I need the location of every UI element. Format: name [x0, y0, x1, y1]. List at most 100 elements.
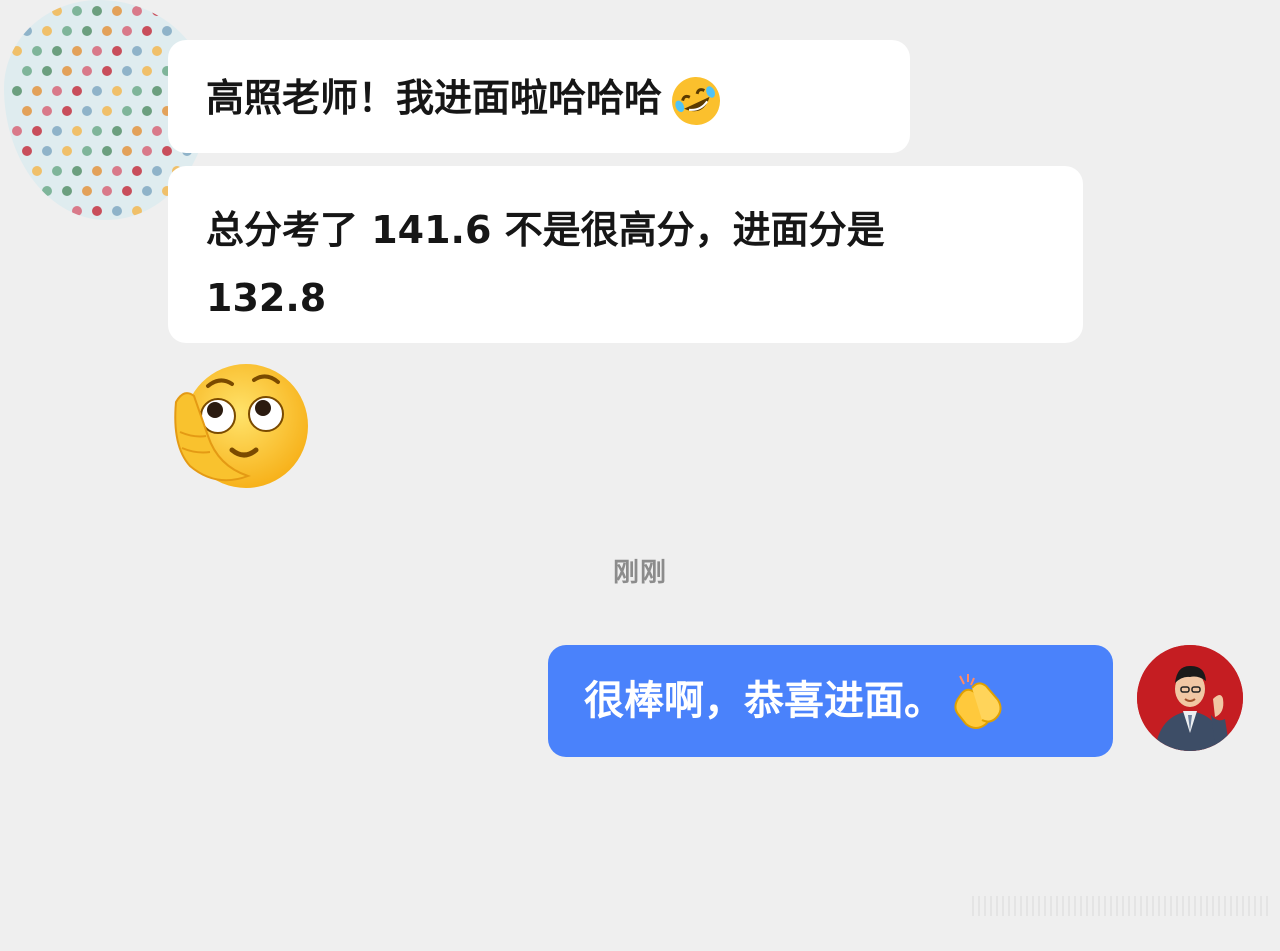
message-text-content: 高照老师！我进面啦哈哈哈: [206, 76, 663, 120]
pattern-dot: [22, 106, 32, 116]
pattern-dot: [62, 146, 72, 156]
pattern-dot: [22, 66, 32, 76]
pattern-dot: [132, 46, 142, 56]
pattern-dot: [102, 186, 112, 196]
pattern-dot: [152, 46, 162, 56]
pattern-dot: [142, 186, 152, 196]
pattern-dot: [102, 106, 112, 116]
incoming-message-bubble[interactable]: 高照老师！我进面啦哈哈哈: [168, 40, 910, 153]
pattern-dot: [82, 186, 92, 196]
pattern-dot: [12, 166, 22, 176]
pattern-dot: [42, 186, 52, 196]
pattern-dot: [12, 46, 22, 56]
pattern-dot: [72, 166, 82, 176]
pattern-dot: [12, 6, 22, 16]
pattern-dot: [152, 86, 162, 96]
pattern-dot: [92, 46, 102, 56]
pattern-dot: [22, 186, 32, 196]
pattern-dot: [62, 106, 72, 116]
pattern-dot: [92, 166, 102, 176]
pattern-dot: [12, 126, 22, 136]
pattern-dot: [122, 146, 132, 156]
pattern-dot: [132, 86, 142, 96]
pattern-dot: [72, 86, 82, 96]
pattern-dot: [32, 206, 42, 216]
pattern-dot: [162, 26, 172, 36]
pattern-dot: [142, 66, 152, 76]
pattern-dot: [112, 6, 122, 16]
pattern-dot: [62, 66, 72, 76]
rolling-on-floor-laughing-icon: [672, 76, 721, 125]
pattern-dot: [122, 106, 132, 116]
pattern-dot: [112, 126, 122, 136]
pattern-dot: [72, 46, 82, 56]
pattern-dot: [82, 146, 92, 156]
pattern-dot: [12, 86, 22, 96]
pattern-dot: [142, 26, 152, 36]
pattern-dot: [22, 26, 32, 36]
pattern-dot: [152, 6, 162, 16]
pattern-dot: [82, 26, 92, 36]
hand-on-face-thinking-icon[interactable]: [170, 362, 312, 494]
pattern-dot: [112, 86, 122, 96]
pattern-dot: [42, 106, 52, 116]
clapping-hands-icon: [954, 674, 1002, 729]
message-line: 132.8: [206, 276, 327, 320]
pattern-dot: [42, 66, 52, 76]
message-text-content: 很棒啊，恭喜进面。: [584, 678, 944, 724]
pattern-dot: [132, 6, 142, 16]
pattern-dot: [22, 146, 32, 156]
pattern-dot: [72, 6, 82, 16]
pattern-dot: [62, 186, 72, 196]
pattern-dot: [132, 166, 142, 176]
pattern-dot: [92, 206, 102, 216]
pattern-dot: [122, 186, 132, 196]
pattern-dot: [52, 166, 62, 176]
pattern-dot: [82, 66, 92, 76]
pattern-dot: [32, 46, 42, 56]
pattern-dot: [52, 206, 62, 216]
pattern-dot: [202, 26, 209, 36]
pattern-dot: [112, 46, 122, 56]
pattern-dot: [162, 146, 172, 156]
pattern-dot: [102, 26, 112, 36]
pattern-dot: [92, 86, 102, 96]
message-line: 总分考了 141.6 不是很高分，进面分是: [206, 208, 885, 252]
pattern-dot: [32, 166, 42, 176]
user-avatar[interactable]: [1137, 645, 1243, 751]
message-text: 高照老师！我进面啦哈哈哈: [206, 64, 724, 132]
pattern-dot: [112, 166, 122, 176]
pattern-dot: [42, 146, 52, 156]
pattern-dot: [52, 86, 62, 96]
pattern-dot: [42, 26, 52, 36]
pattern-dot: [182, 26, 192, 36]
pattern-dot: [102, 66, 112, 76]
pattern-dot: [52, 46, 62, 56]
message-timestamp: 刚刚: [612, 558, 667, 588]
pattern-dot: [192, 6, 202, 16]
pattern-dot: [92, 126, 102, 136]
pattern-dot: [172, 6, 182, 16]
message-text: 总分考了 141.6 不是很高分，进面分是 132.8: [206, 196, 885, 332]
pattern-dot: [92, 6, 102, 16]
outgoing-message-bubble[interactable]: 很棒啊，恭喜进面。: [548, 645, 1113, 757]
pattern-dot: [142, 106, 152, 116]
message-text: 很棒啊，恭喜进面。: [584, 667, 1008, 735]
pattern-dot: [32, 6, 42, 16]
pattern-dot: [152, 166, 162, 176]
pattern-dot: [112, 206, 122, 216]
person-photo-icon: [1137, 645, 1243, 751]
pattern-dot: [132, 126, 142, 136]
pattern-dot: [72, 206, 82, 216]
pattern-dot: [152, 126, 162, 136]
pattern-dot: [152, 206, 162, 216]
pattern-dot: [82, 106, 92, 116]
pattern-dot: [132, 206, 142, 216]
pattern-dot: [62, 26, 72, 36]
pattern-dot: [122, 26, 132, 36]
pattern-dot: [102, 146, 112, 156]
pattern-dot: [72, 126, 82, 136]
pattern-dot: [142, 146, 152, 156]
pattern-dot: [52, 6, 62, 16]
incoming-message-bubble[interactable]: 总分考了 141.6 不是很高分，进面分是 132.8: [168, 166, 1083, 343]
